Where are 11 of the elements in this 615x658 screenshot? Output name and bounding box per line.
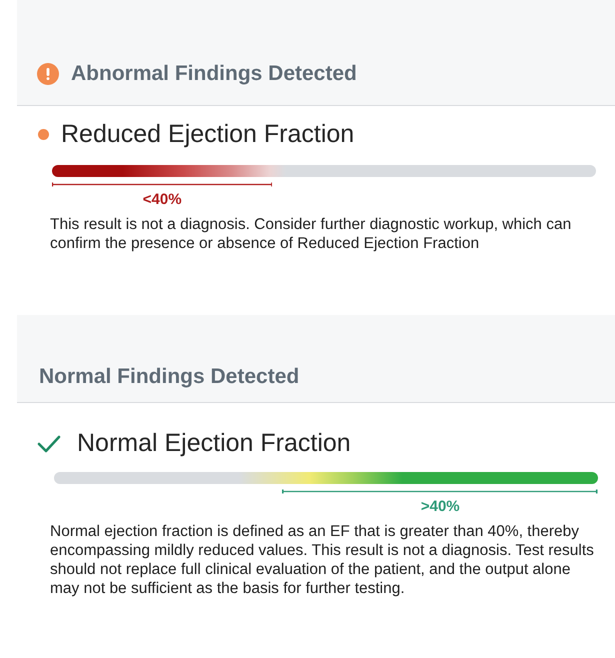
finding-title: Reduced Ejection Fraction (61, 120, 354, 149)
alert-icon (37, 62, 59, 84)
finding-description: This result is not a diagnosis. Consider further diagnostic workup, which can confirm the presence or absence of Reduced Ejection Fraction (50, 215, 572, 253)
range-label: >40% (420, 498, 460, 515)
finding-description: Normal ejection fraction is defined as an EF that is greater than 40%, thereby encompassing mildly reduced values. This result is not a diagnosis. Test results should not replace full clinical evaluation of the patient, and the output alone may not be sufficient as the basis for further testing. (50, 522, 595, 598)
check-icon (37, 434, 61, 452)
section-title: Normal Findings Detected (39, 364, 300, 388)
section-title: Abnormal Findings Detected (71, 62, 357, 86)
dot-icon (38, 129, 49, 140)
finding-title: Normal Ejection Fraction (77, 429, 351, 458)
range-label: <40% (142, 191, 182, 208)
